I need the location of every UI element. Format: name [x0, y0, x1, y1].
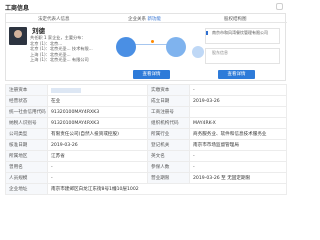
row-value: -: [189, 84, 287, 96]
watermark-logo-icon: [276, 3, 283, 10]
header-divider: [6, 22, 287, 23]
highlight-pill: [51, 87, 82, 93]
watermark: [276, 3, 285, 10]
rep-lines: 共任职 1 家企业，主要分布： 北京 (1)：北京... 北京 (1)：北京光圣…: [30, 35, 93, 63]
row-value: [47, 84, 148, 96]
row-key: 纳税人识别号: [5, 117, 48, 129]
row-key: 人员规模: [5, 172, 48, 184]
table-row: 经营状态 在业 成立日期 2019-03-26: [5, 95, 287, 107]
row-key: 参保人数: [147, 161, 190, 173]
graph-details-button[interactable]: 查看详情: [133, 70, 170, 79]
equity-shareholder-box[interactable]: 股东信息: [205, 48, 280, 64]
table-row: 曾用名 - 参保人数 -: [5, 161, 287, 173]
table-row: 纳税人识别号 91320100MAY4RXK3 组织机构代码 MAY4RK-X: [5, 117, 287, 129]
row-key: 所属行业: [147, 128, 190, 140]
row-value: 在业: [47, 95, 148, 107]
table-row: 核准日期 2019-03-26 登记机关 南京市市场监督管理局: [5, 139, 287, 151]
row-value: 南京市市场监督管理局: [189, 139, 287, 151]
equity-accent: [206, 31, 208, 35]
row-key: 实缴资本: [147, 84, 190, 96]
relation-center-dot: [151, 40, 154, 43]
table-row: 公司类型 有限责任公司(自然人投资或控股) 所属行业 商务服务业、软件和信息技术…: [5, 128, 287, 140]
row-key: 所属地区: [5, 150, 48, 162]
business-info-table: 注册资本 实缴资本 - 经营状态 在业 成立日期 2019-03-26 统一社会…: [5, 84, 287, 195]
row-key: 注册资本: [5, 84, 48, 96]
row-key: 经营状态: [5, 95, 48, 107]
row-key: 公司类型: [5, 128, 48, 140]
table-row: 人员规模 - 营业期限 2019-03-26 至 无固定期限: [5, 172, 287, 184]
row-key: 企业地址: [5, 183, 48, 195]
row-key: 核准日期: [5, 139, 48, 151]
row-value: 91320100MAY4RXK3: [47, 106, 148, 118]
row-value: MAY4RK-X: [189, 117, 287, 129]
row-key: 营业期限: [147, 172, 190, 184]
table-row: 所属地区 江苏省 英文名 -: [5, 150, 287, 162]
row-key: 登记机关: [147, 139, 190, 151]
row-value: -: [189, 150, 287, 162]
equity-details-button[interactable]: 查看详情: [218, 70, 255, 79]
row-key: 英文名: [147, 150, 190, 162]
row-value: 江苏省: [47, 150, 148, 162]
relation-node-company[interactable]: [116, 37, 136, 57]
row-value: [189, 106, 287, 118]
row-value: 2019-03-26: [189, 95, 287, 107]
row-value: 南京市建邺区白龙江东街8号1幢10层1002: [47, 183, 287, 195]
business-info-page: { "title": "工商信息", "watermark": "", "car…: [0, 0, 289, 226]
table-row: 企业地址 南京市建邺区白龙江东街8号1幢10层1002: [5, 183, 287, 195]
row-key: 成立日期: [147, 95, 190, 107]
row-value: 有限责任公司(自然人投资或控股): [47, 128, 148, 140]
table-row: 统一社会信用代码 91320100MAY4RXK3 工商注册号: [5, 106, 287, 118]
row-value: 2019-03-26 至 无固定期限: [189, 172, 287, 184]
summary-cards: 法定代表人信息 企业关系 新功能 股权结构图 刘德 共任职 1 家企业，主要分布…: [5, 13, 287, 81]
row-value: 2019-03-26: [47, 139, 148, 151]
row-key: 统一社会信用代码: [5, 106, 48, 118]
row-value: -: [47, 172, 148, 184]
row-key: 组织机构代码: [147, 117, 190, 129]
equity-company-box[interactable]: 南京市和风湾餐饮管理有限公司: [205, 28, 280, 44]
avatar: [9, 27, 27, 45]
section-title: 工商信息: [5, 5, 30, 12]
relation-node-person[interactable]: [166, 37, 186, 57]
table-row: 注册资本 实缴资本 -: [5, 84, 287, 96]
row-value: -: [47, 161, 148, 173]
row-key: 工商注册号: [147, 106, 190, 118]
row-value: -: [189, 161, 287, 173]
row-value: 商务服务业、软件和信息技术服务业: [189, 128, 287, 140]
row-value: 91320100MAY4RXK3: [47, 117, 148, 129]
rep-name[interactable]: 刘德: [32, 25, 45, 35]
row-key: 曾用名: [5, 161, 48, 173]
rep-line: 上海 (1)：北京光圣... 有限公司: [30, 57, 89, 63]
relation-edge: [132, 44, 170, 45]
